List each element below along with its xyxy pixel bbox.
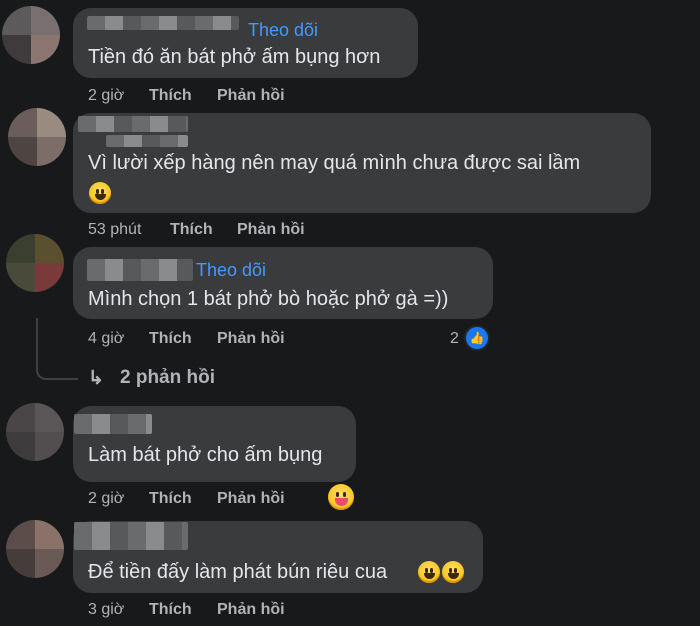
comment-time[interactable]: 53 phút xyxy=(88,221,141,239)
reply-button[interactable]: Phản hồi xyxy=(217,87,285,105)
comment-text: Tiền đó ăn bát phở ấm bụng hơn xyxy=(88,46,381,68)
like-button[interactable]: Thích xyxy=(170,221,213,239)
avatar[interactable] xyxy=(2,6,60,64)
commenter-name[interactable] xyxy=(87,16,239,30)
comment-text: Để tiền đấy làm phát bún riêu cua xyxy=(88,561,388,583)
like-button[interactable]: Thích xyxy=(149,490,192,508)
comment-text: Làm bát phở cho ấm bụng xyxy=(88,444,323,466)
commenter-name[interactable] xyxy=(74,522,188,550)
grinning-squinting-emoji xyxy=(89,182,111,204)
commenter-name[interactable] xyxy=(87,259,193,281)
comment-time[interactable]: 2 giờ xyxy=(88,490,124,508)
comment-time[interactable]: 2 giờ xyxy=(88,87,124,105)
view-replies-link[interactable]: 2 phản hồi xyxy=(120,367,215,389)
commenter-name[interactable] xyxy=(74,414,152,434)
comment-text: Vì lười xếp hàng nên may quá mình chưa đ… xyxy=(88,152,581,174)
reply-arrow-icon: ↳ xyxy=(88,368,104,389)
commenter-name[interactable] xyxy=(78,116,188,132)
reply-button[interactable]: Phản hồi xyxy=(217,330,285,348)
reply-button[interactable]: Phản hồi xyxy=(217,601,285,619)
grinning-emoji xyxy=(418,561,440,583)
reply-button[interactable]: Phản hồi xyxy=(217,490,285,508)
avatar[interactable] xyxy=(6,403,64,461)
thread-connector xyxy=(36,318,78,380)
like-button[interactable]: Thích xyxy=(149,330,192,348)
like-button[interactable]: Thích xyxy=(149,87,192,105)
commenter-name-blur xyxy=(106,135,188,147)
avatar[interactable] xyxy=(8,108,66,166)
comment-text: Mình chọn 1 bát phở bò hoặc phở gà =)) xyxy=(88,288,449,310)
like-button[interactable]: Thích xyxy=(149,601,192,619)
avatar[interactable] xyxy=(6,520,64,578)
follow-button[interactable]: Theo dõi xyxy=(248,20,318,41)
reply-button[interactable]: Phản hồi xyxy=(237,221,305,239)
thumbs-up-icon[interactable]: 👍 xyxy=(464,325,490,351)
follow-button[interactable]: Theo dõi xyxy=(196,260,266,281)
avatar[interactable] xyxy=(6,234,64,292)
grinning-emoji xyxy=(442,561,464,583)
comment-time[interactable]: 4 giờ xyxy=(88,330,124,348)
reaction-count[interactable]: 2 xyxy=(450,330,459,348)
winking-tongue-emoji xyxy=(328,484,354,510)
comment-time[interactable]: 3 giờ xyxy=(88,601,124,619)
